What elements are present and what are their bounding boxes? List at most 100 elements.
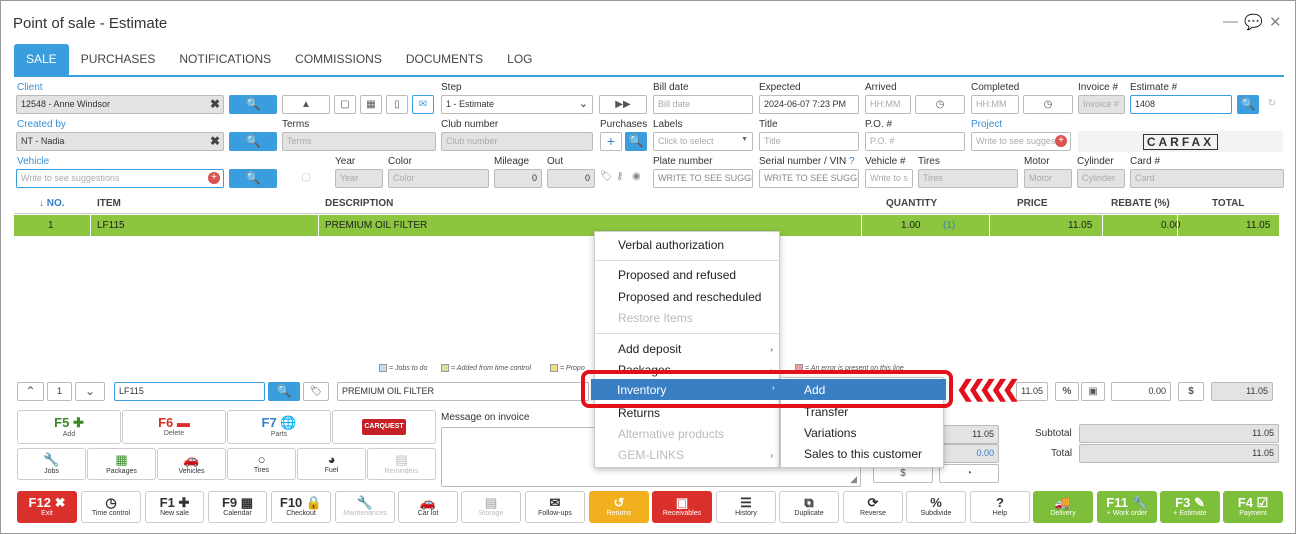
time-control-button[interactable]: ◷ Time control bbox=[81, 491, 141, 523]
year-field[interactable]: Year bbox=[335, 169, 383, 188]
card-field[interactable]: Card bbox=[1130, 169, 1284, 188]
arrived-clock-button[interactable]: ◷ bbox=[915, 95, 965, 114]
jobs-button[interactable]: 🔧 Jobs bbox=[17, 448, 86, 480]
calendar-button[interactable]: ▦ bbox=[360, 95, 382, 114]
tab-sale[interactable]: SALE bbox=[14, 44, 69, 76]
calendar-bottom-button[interactable]: F9 ▦ Calendar bbox=[208, 491, 267, 523]
mobile-button[interactable]: ▯ bbox=[386, 95, 408, 114]
eye-icon[interactable]: ◉ bbox=[632, 171, 641, 182]
menu-proposed-rescheduled[interactable]: Proposed and rescheduled bbox=[618, 290, 761, 304]
key-icon[interactable]: ⚷ bbox=[616, 171, 623, 182]
cylinder-field[interactable]: Cylinder bbox=[1077, 169, 1125, 188]
po-field[interactable]: P.O. # bbox=[865, 132, 965, 151]
created-by-label[interactable]: Created by bbox=[17, 119, 66, 130]
add-purchase-button[interactable]: + bbox=[600, 132, 622, 151]
checkout-button[interactable]: F10 🔒 Checkout bbox=[271, 491, 331, 523]
arrived-field[interactable]: HH:MM bbox=[865, 95, 911, 114]
item-search-button[interactable]: 🔍 bbox=[268, 382, 300, 401]
new-sale-button[interactable]: F1 ✚ New sale bbox=[145, 491, 204, 523]
carquest-button[interactable]: CARQUEST bbox=[332, 410, 436, 444]
tab-log[interactable]: LOG bbox=[495, 44, 544, 76]
out-field[interactable]: 0 bbox=[547, 169, 595, 188]
subdivide-button[interactable]: % Subdivide bbox=[906, 491, 966, 523]
vehicle-field[interactable]: Write to see suggestions + bbox=[16, 169, 224, 188]
carfax-logo[interactable]: CARFAX bbox=[1078, 131, 1283, 152]
tires-button[interactable]: ○ Tires bbox=[227, 448, 296, 480]
vehicle-note-button[interactable]: ▢ bbox=[282, 169, 330, 188]
minimize-icon[interactable]: — bbox=[1223, 13, 1238, 30]
history-button[interactable]: ☰ History bbox=[716, 491, 776, 523]
tag-icon[interactable]: 🏷 bbox=[600, 171, 613, 182]
packages-button[interactable]: ▦ Packages bbox=[87, 448, 156, 480]
tires-field[interactable]: Tires bbox=[918, 169, 1018, 188]
close-icon[interactable]: ✕ bbox=[1269, 13, 1282, 31]
client-label[interactable]: Client bbox=[17, 82, 43, 93]
line-down-button[interactable]: ⌄ bbox=[75, 382, 105, 401]
completed-clock-button[interactable]: ◷ bbox=[1023, 95, 1073, 114]
vehicle-label[interactable]: Vehicle bbox=[17, 156, 49, 167]
col-description[interactable]: DESCRIPTION bbox=[325, 198, 393, 209]
created-by-field[interactable]: NT - Nadia ✖ bbox=[16, 132, 224, 151]
rebate-field[interactable]: 0.00 bbox=[1111, 382, 1171, 401]
tab-purchases[interactable]: PURCHASES bbox=[69, 44, 168, 76]
maintenances-button[interactable]: 🔧 Maintenances bbox=[335, 491, 395, 523]
step-next-button[interactable]: ▶▶ bbox=[599, 95, 647, 114]
menu-returns[interactable]: Returns bbox=[618, 406, 660, 420]
item-field[interactable]: LF115 bbox=[114, 382, 265, 401]
vehicles-button[interactable]: 🚗 Vehicles bbox=[157, 448, 226, 480]
client-search-button[interactable]: 🔍 bbox=[229, 95, 277, 114]
cell-qty-count[interactable]: (1) bbox=[943, 220, 955, 231]
follow-ups-button[interactable]: ✉ Follow-ups bbox=[525, 491, 585, 523]
project-field[interactable]: Write to see sugges + bbox=[971, 132, 1071, 151]
col-total[interactable]: TOTAL bbox=[1212, 198, 1244, 209]
client-field[interactable]: 12548 - Anne Windsor ✖ bbox=[16, 95, 224, 114]
submenu-variations[interactable]: Variations bbox=[804, 426, 856, 440]
tab-notifications[interactable]: NOTIFICATIONS bbox=[167, 44, 283, 76]
exit-button[interactable]: F12 ✖ Exit bbox=[17, 491, 77, 523]
car-lot-button[interactable]: 🚗 Car lot bbox=[398, 491, 458, 523]
col-no[interactable]: ↓ NO. bbox=[39, 198, 65, 209]
submenu-sales-to-customer[interactable]: Sales to this customer bbox=[804, 447, 922, 461]
estimate-button[interactable]: F3 ✎ + Estimate bbox=[1160, 491, 1220, 523]
vehicle-number-field[interactable]: Write to s bbox=[865, 169, 913, 188]
mileage-field[interactable]: 0 bbox=[494, 169, 542, 188]
parts-button[interactable]: F7 🌐 Parts bbox=[227, 410, 331, 444]
vehicle-search-button[interactable]: 🔍 bbox=[229, 169, 277, 188]
payment-button[interactable]: F4 ☑ Payment bbox=[1223, 491, 1283, 523]
created-by-search-button[interactable]: 🔍 bbox=[229, 132, 277, 151]
col-price[interactable]: PRICE bbox=[1017, 198, 1048, 209]
serial-field[interactable]: WRITE TO SEE SUGGES bbox=[759, 169, 859, 188]
storage-button[interactable]: ▤ Storage bbox=[461, 491, 521, 523]
road-button[interactable]: ▲ bbox=[282, 95, 330, 114]
col-quantity[interactable]: QUANTITY bbox=[886, 198, 937, 209]
bill-date-field[interactable]: Bill date bbox=[653, 95, 753, 114]
expected-field[interactable]: 2024-06-07 7:23 PM bbox=[759, 95, 859, 114]
dollar-button[interactable]: $ bbox=[1178, 382, 1204, 401]
email-button[interactable]: ✉ bbox=[412, 95, 434, 114]
color-field[interactable]: Color bbox=[388, 169, 489, 188]
work-order-button[interactable]: F11 🔧 + Work order bbox=[1097, 491, 1157, 523]
reverse-button[interactable]: ⟳ Reverse bbox=[843, 491, 903, 523]
reminders-button[interactable]: ▤ Reminders bbox=[367, 448, 436, 480]
line-up-button[interactable]: ⌃ bbox=[17, 382, 44, 401]
purchase-search-button[interactable]: 🔍 bbox=[625, 132, 647, 151]
description-field[interactable]: PREMIUM OIL FILTER bbox=[337, 382, 589, 401]
cash-button[interactable]: ▣ bbox=[1081, 382, 1105, 401]
tab-documents[interactable]: DOCUMENTS bbox=[394, 44, 495, 76]
fuel-button[interactable]: ◕ Fuel bbox=[297, 448, 366, 480]
project-label[interactable]: Project bbox=[971, 119, 1002, 130]
menu-proposed-refused[interactable]: Proposed and refused bbox=[618, 268, 736, 282]
plate-field[interactable]: WRITE TO SEE SUGGES bbox=[653, 169, 753, 188]
returns-button[interactable]: ↺ Returns bbox=[589, 491, 649, 523]
receivables-button[interactable]: ▣ Receivables bbox=[652, 491, 712, 523]
col-rebate[interactable]: REBATE (%) bbox=[1111, 198, 1170, 209]
labels-select[interactable]: Click to select ▼ bbox=[653, 132, 753, 151]
motor-field[interactable]: Motor bbox=[1024, 169, 1072, 188]
estimate-search-button[interactable]: 🔍 bbox=[1237, 95, 1259, 114]
percent-button[interactable]: % bbox=[1055, 382, 1079, 401]
line-number-field[interactable]: 1 bbox=[47, 382, 72, 401]
add-button[interactable]: F5 ✚ Add bbox=[17, 410, 121, 444]
menu-verbal-authorization[interactable]: Verbal authorization bbox=[618, 238, 724, 252]
club-field[interactable]: Club number bbox=[441, 132, 593, 151]
completed-field[interactable]: HH:MM bbox=[971, 95, 1019, 114]
